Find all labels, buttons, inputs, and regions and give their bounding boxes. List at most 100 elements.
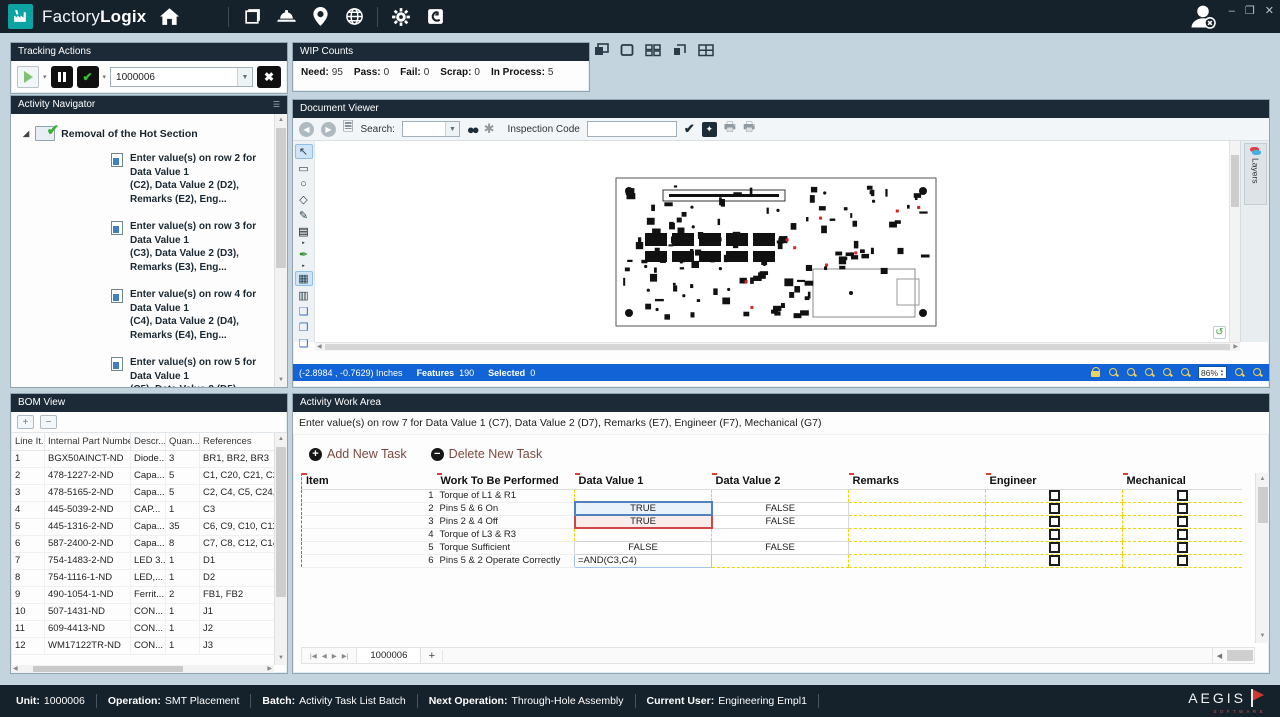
pause-tracking-button[interactable]	[51, 66, 73, 88]
logout-user-icon[interactable]	[1188, 2, 1218, 35]
apply-code-icon[interactable]: ✔	[684, 121, 695, 137]
add-new-task-button[interactable]: + Add New Task	[309, 447, 407, 461]
grid-windows-icon[interactable]	[698, 43, 714, 57]
remarks-cell[interactable]	[849, 489, 986, 502]
last-sheet-icon[interactable]: ▶|	[342, 652, 349, 660]
settings-gear-icon[interactable]	[384, 4, 418, 30]
mechanical-cell[interactable]	[1123, 515, 1242, 528]
task-row[interactable]: 6Pins 5 & 2 Operate Correctly=AND(C3,C4)	[302, 554, 1242, 567]
polygon-select-tool-icon[interactable]: ◇	[295, 193, 313, 206]
globe-icon[interactable]	[337, 4, 371, 30]
unit-combobox[interactable]: 1000006 ▼	[110, 67, 253, 87]
bom-column-header[interactable]: References	[200, 433, 275, 450]
mechanical-checkbox[interactable]	[1177, 490, 1188, 501]
engineer-cell[interactable]	[986, 515, 1123, 528]
data-value-2-cell[interactable]	[712, 554, 849, 567]
scroll-down-arrow[interactable]: ▼	[275, 374, 287, 387]
data-value-1-cell[interactable]: TRUE	[575, 515, 712, 528]
scrollbar-thumb[interactable]	[1258, 487, 1268, 523]
data-value-2-cell[interactable]: FALSE	[712, 515, 849, 528]
bom-table-row[interactable]: 6587-2400-2-NDCapa...8C7, C8, C12, C14, …	[12, 535, 275, 552]
annotate-tool-icon[interactable]: ✎	[295, 209, 313, 222]
scroll-left-arrow[interactable]: ◀	[317, 343, 322, 352]
engineer-cell[interactable]	[986, 528, 1123, 541]
layers-stack-tool-icon[interactable]: ▤	[295, 225, 313, 238]
split-view-tool-icon[interactable]: ▥	[295, 289, 313, 302]
canvas-vertical-scrollbar[interactable]	[1229, 141, 1240, 342]
close-button[interactable]: ✕	[1265, 4, 1274, 17]
engineer-checkbox[interactable]	[1049, 503, 1060, 514]
bom-table-row[interactable]: 5445-1316-2-NDCapa...35C6, C9, C10, C11,…	[12, 518, 275, 535]
mechanical-checkbox[interactable]	[1177, 529, 1188, 540]
layers-tab[interactable]: Layers	[1244, 143, 1267, 205]
delete-new-task-button[interactable]: − Delete New Task	[431, 447, 543, 461]
mechanical-cell[interactable]	[1123, 554, 1242, 567]
inspection-code-input[interactable]	[587, 121, 677, 137]
engineer-cell[interactable]	[986, 502, 1123, 515]
mechanical-checkbox[interactable]	[1177, 542, 1188, 553]
location-pin-icon[interactable]	[303, 4, 337, 30]
scroll-up-arrow[interactable]: ▲	[1256, 473, 1269, 486]
mechanical-cell[interactable]	[1123, 502, 1242, 515]
task-row[interactable]: 3Pins 2 & 4 OffTRUEFALSE	[302, 515, 1242, 528]
bom-table-row[interactable]: 7754-1483-2-NDLED 3...1D1	[12, 552, 275, 569]
bom-table-row[interactable]: 1BGX50AINCT-NDDiode...3BR1, BR2, BR3	[12, 450, 275, 467]
bom-table-row[interactable]: 4445-5039-2-NDCAP...1C3	[12, 501, 275, 518]
zoom-selection-icon[interactable]	[1162, 367, 1173, 378]
scrollbar-thumb[interactable]	[276, 447, 286, 597]
data-value-2-cell[interactable]	[712, 528, 849, 541]
scroll-up-arrow[interactable]: ▲	[275, 433, 287, 446]
bom-table-row[interactable]: 12WM17122TR-NDCON...1J3	[12, 637, 275, 654]
probe-tool-icon[interactable]: ✒	[295, 248, 313, 261]
bom-vertical-scrollbar[interactable]: ▲ ▼	[274, 433, 287, 665]
task-row[interactable]: 2Pins 5 & 6 OnTRUEFALSE	[302, 502, 1242, 515]
zoom-100-icon[interactable]	[1126, 367, 1137, 378]
bom-horizontal-scrollbar[interactable]: ◀ ▶	[11, 665, 274, 673]
bom-column-header[interactable]: Internal Part Number	[45, 433, 131, 450]
lock-view-icon[interactable]	[1091, 367, 1101, 378]
select-tool-icon[interactable]: ↖	[295, 144, 313, 159]
task-row[interactable]: 4Torque of L3 & R3	[302, 528, 1242, 541]
tool-dropdown-arrow[interactable]: ▸	[302, 264, 305, 268]
chevron-down-icon[interactable]: ▼	[237, 68, 252, 86]
zoom-out-icon[interactable]	[1252, 367, 1263, 378]
previous-sheet-icon[interactable]: ◀	[322, 652, 327, 660]
zoom-in-icon[interactable]	[1234, 367, 1245, 378]
cancel-tracking-button[interactable]: ✖	[257, 66, 281, 88]
next-sheet-icon[interactable]: ▶	[332, 652, 337, 660]
start-tracking-button[interactable]	[17, 66, 39, 88]
spinner-arrows-icon[interactable]: ▲▼	[1220, 369, 1224, 377]
data-value-1-cell[interactable]: TRUE	[575, 502, 712, 515]
fit-view-icon[interactable]: ✦	[702, 122, 717, 137]
mechanical-cell[interactable]	[1123, 528, 1242, 541]
remarks-cell[interactable]	[849, 528, 986, 541]
refresh-view-icon[interactable]: ↺	[1213, 326, 1226, 339]
single-window-icon[interactable]	[620, 43, 634, 57]
navigator-scrollbar[interactable]: ▲ ▼	[274, 114, 287, 387]
engineer-checkbox[interactable]	[1049, 516, 1060, 527]
mechanical-cell[interactable]	[1123, 489, 1242, 502]
tree-node-removal-hot-section[interactable]: ◢ ✔ Removal of the Hot Section	[11, 114, 274, 145]
complete-tracking-button[interactable]: ✔	[77, 66, 99, 88]
scroll-right-arrow[interactable]: ▶	[267, 665, 272, 673]
scroll-right-arrow[interactable]: ▶	[1233, 343, 1238, 352]
binoculars-icon[interactable]: ●●	[467, 122, 477, 137]
expander-icon[interactable]: ◢	[23, 129, 29, 138]
mechanical-checkbox[interactable]	[1177, 516, 1188, 527]
engineer-checkbox[interactable]	[1049, 555, 1060, 566]
tile-windows-icon[interactable]	[645, 43, 661, 57]
restore-button[interactable]: ❐	[1245, 4, 1255, 17]
zoom-level-spinner[interactable]: 86% ▲▼	[1198, 366, 1227, 379]
mechanical-cell[interactable]	[1123, 541, 1242, 554]
panel-menu-icon[interactable]: ☰	[273, 96, 280, 114]
remarks-cell[interactable]	[849, 515, 986, 528]
engineer-cell[interactable]	[986, 554, 1123, 567]
tool-dropdown-arrow[interactable]: ▸	[302, 241, 305, 245]
image-compare-tool-icon[interactable]: ❐	[295, 321, 313, 334]
tree-item-row-2[interactable]: Enter value(s) on row 2 for Data Value 1…	[11, 145, 274, 213]
home-icon[interactable]	[152, 4, 186, 30]
scrollbar-thumb[interactable]	[276, 128, 286, 268]
grid-view-tool-icon[interactable]: ▦	[295, 271, 313, 286]
data-value-1-cell[interactable]: =AND(C3,C4)	[575, 554, 712, 567]
add-sheet-button[interactable]: +	[421, 650, 443, 662]
